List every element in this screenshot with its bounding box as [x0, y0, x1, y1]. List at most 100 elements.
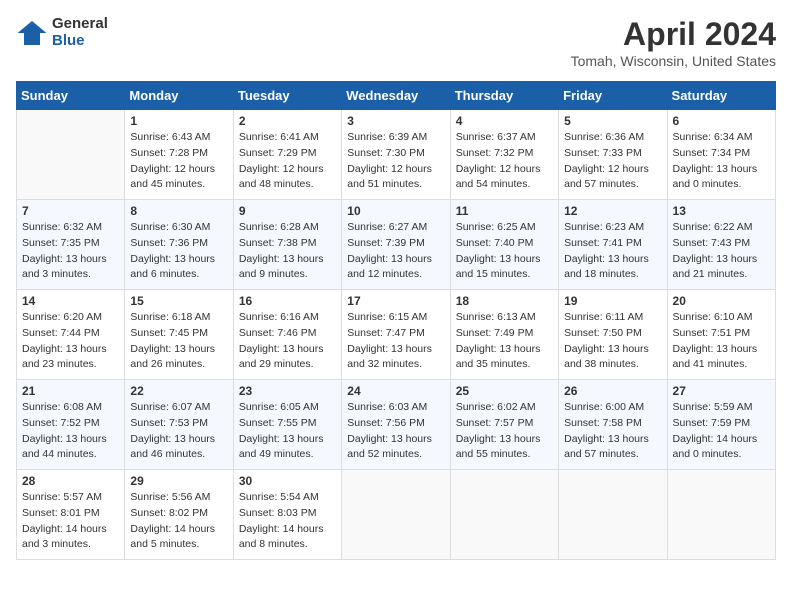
day-info: Sunrise: 6:15 AM Sunset: 7:47 PM Dayligh… — [347, 310, 444, 373]
daylight: Daylight: 12 hours and 57 minutes. — [564, 163, 649, 191]
day-number: 17 — [347, 294, 444, 308]
sunrise: Sunrise: 6:41 AM — [239, 131, 319, 143]
sunset: Sunset: 7:41 PM — [564, 237, 642, 249]
daylight: Daylight: 12 hours and 45 minutes. — [130, 163, 215, 191]
day-info: Sunrise: 6:23 AM Sunset: 7:41 PM Dayligh… — [564, 220, 661, 283]
calendar-cell: 24 Sunrise: 6:03 AM Sunset: 7:56 PM Dayl… — [342, 380, 450, 470]
calendar-cell: 17 Sunrise: 6:15 AM Sunset: 7:47 PM Dayl… — [342, 290, 450, 380]
calendar-cell: 14 Sunrise: 6:20 AM Sunset: 7:44 PM Dayl… — [17, 290, 125, 380]
day-info: Sunrise: 6:36 AM Sunset: 7:33 PM Dayligh… — [564, 130, 661, 193]
sunset: Sunset: 7:44 PM — [22, 327, 100, 339]
day-number: 14 — [22, 294, 119, 308]
sunrise: Sunrise: 6:15 AM — [347, 311, 427, 323]
location: Tomah, Wisconsin, United States — [571, 53, 776, 69]
day-info: Sunrise: 6:27 AM Sunset: 7:39 PM Dayligh… — [347, 220, 444, 283]
sunset: Sunset: 7:32 PM — [456, 147, 534, 159]
daylight: Daylight: 12 hours and 51 minutes. — [347, 163, 432, 191]
daylight: Daylight: 13 hours and 6 minutes. — [130, 253, 215, 281]
day-number: 27 — [673, 384, 770, 398]
calendar-cell: 11 Sunrise: 6:25 AM Sunset: 7:40 PM Dayl… — [450, 200, 558, 290]
sunset: Sunset: 7:55 PM — [239, 417, 317, 429]
calendar-week-row: 7 Sunrise: 6:32 AM Sunset: 7:35 PM Dayli… — [17, 200, 776, 290]
sunset: Sunset: 7:58 PM — [564, 417, 642, 429]
calendar-cell: 27 Sunrise: 5:59 AM Sunset: 7:59 PM Dayl… — [667, 380, 775, 470]
sunrise: Sunrise: 6:23 AM — [564, 221, 644, 233]
day-number: 1 — [130, 114, 227, 128]
daylight: Daylight: 14 hours and 8 minutes. — [239, 523, 324, 551]
daylight: Daylight: 13 hours and 12 minutes. — [347, 253, 432, 281]
sunrise: Sunrise: 6:07 AM — [130, 401, 210, 413]
day-info: Sunrise: 6:34 AM Sunset: 7:34 PM Dayligh… — [673, 130, 770, 193]
day-number: 8 — [130, 204, 227, 218]
calendar-header-wednesday: Wednesday — [342, 82, 450, 110]
daylight: Daylight: 13 hours and 41 minutes. — [673, 343, 758, 371]
calendar-cell: 12 Sunrise: 6:23 AM Sunset: 7:41 PM Dayl… — [559, 200, 667, 290]
day-info: Sunrise: 5:54 AM Sunset: 8:03 PM Dayligh… — [239, 490, 336, 553]
day-number: 23 — [239, 384, 336, 398]
day-number: 6 — [673, 114, 770, 128]
day-info: Sunrise: 6:08 AM Sunset: 7:52 PM Dayligh… — [22, 400, 119, 463]
daylight: Daylight: 13 hours and 18 minutes. — [564, 253, 649, 281]
sunrise: Sunrise: 6:27 AM — [347, 221, 427, 233]
sunrise: Sunrise: 6:30 AM — [130, 221, 210, 233]
sunset: Sunset: 7:29 PM — [239, 147, 317, 159]
sunrise: Sunrise: 6:22 AM — [673, 221, 753, 233]
calendar-cell: 18 Sunrise: 6:13 AM Sunset: 7:49 PM Dayl… — [450, 290, 558, 380]
daylight: Daylight: 13 hours and 55 minutes. — [456, 433, 541, 461]
sunrise: Sunrise: 6:25 AM — [456, 221, 536, 233]
calendar-cell — [17, 110, 125, 200]
calendar-cell: 20 Sunrise: 6:10 AM Sunset: 7:51 PM Dayl… — [667, 290, 775, 380]
day-info: Sunrise: 6:07 AM Sunset: 7:53 PM Dayligh… — [130, 400, 227, 463]
day-info: Sunrise: 6:20 AM Sunset: 7:44 PM Dayligh… — [22, 310, 119, 373]
day-number: 12 — [564, 204, 661, 218]
day-number: 28 — [22, 474, 119, 488]
calendar-cell: 29 Sunrise: 5:56 AM Sunset: 8:02 PM Dayl… — [125, 470, 233, 560]
sunset: Sunset: 7:30 PM — [347, 147, 425, 159]
title-area: April 2024 Tomah, Wisconsin, United Stat… — [571, 16, 776, 69]
sunset: Sunset: 7:59 PM — [673, 417, 751, 429]
calendar-cell — [667, 470, 775, 560]
daylight: Daylight: 13 hours and 26 minutes. — [130, 343, 215, 371]
sunset: Sunset: 7:57 PM — [456, 417, 534, 429]
calendar-header-thursday: Thursday — [450, 82, 558, 110]
sunrise: Sunrise: 6:02 AM — [456, 401, 536, 413]
sunrise: Sunrise: 6:10 AM — [673, 311, 753, 323]
month-title: April 2024 — [571, 16, 776, 53]
daylight: Daylight: 13 hours and 46 minutes. — [130, 433, 215, 461]
day-number: 16 — [239, 294, 336, 308]
calendar-cell: 10 Sunrise: 6:27 AM Sunset: 7:39 PM Dayl… — [342, 200, 450, 290]
calendar-cell: 8 Sunrise: 6:30 AM Sunset: 7:36 PM Dayli… — [125, 200, 233, 290]
logo-icon — [16, 17, 48, 49]
day-number: 15 — [130, 294, 227, 308]
day-info: Sunrise: 5:57 AM Sunset: 8:01 PM Dayligh… — [22, 490, 119, 553]
calendar-header-friday: Friday — [559, 82, 667, 110]
calendar-cell — [342, 470, 450, 560]
day-number: 22 — [130, 384, 227, 398]
daylight: Daylight: 13 hours and 21 minutes. — [673, 253, 758, 281]
calendar-cell: 22 Sunrise: 6:07 AM Sunset: 7:53 PM Dayl… — [125, 380, 233, 470]
day-number: 25 — [456, 384, 553, 398]
header: General Blue April 2024 Tomah, Wisconsin… — [16, 16, 776, 69]
sunrise: Sunrise: 6:05 AM — [239, 401, 319, 413]
sunset: Sunset: 7:40 PM — [456, 237, 534, 249]
day-number: 19 — [564, 294, 661, 308]
daylight: Daylight: 13 hours and 35 minutes. — [456, 343, 541, 371]
day-info: Sunrise: 6:39 AM Sunset: 7:30 PM Dayligh… — [347, 130, 444, 193]
day-number: 5 — [564, 114, 661, 128]
calendar-cell: 1 Sunrise: 6:43 AM Sunset: 7:28 PM Dayli… — [125, 110, 233, 200]
daylight: Daylight: 13 hours and 3 minutes. — [22, 253, 107, 281]
day-info: Sunrise: 6:02 AM Sunset: 7:57 PM Dayligh… — [456, 400, 553, 463]
day-number: 3 — [347, 114, 444, 128]
sunset: Sunset: 7:35 PM — [22, 237, 100, 249]
sunset: Sunset: 7:34 PM — [673, 147, 751, 159]
calendar-cell — [559, 470, 667, 560]
sunset: Sunset: 8:01 PM — [22, 507, 100, 519]
day-number: 2 — [239, 114, 336, 128]
sunrise: Sunrise: 6:03 AM — [347, 401, 427, 413]
day-info: Sunrise: 6:10 AM Sunset: 7:51 PM Dayligh… — [673, 310, 770, 373]
sunrise: Sunrise: 6:16 AM — [239, 311, 319, 323]
day-number: 9 — [239, 204, 336, 218]
sunset: Sunset: 7:51 PM — [673, 327, 751, 339]
calendar-cell: 9 Sunrise: 6:28 AM Sunset: 7:38 PM Dayli… — [233, 200, 341, 290]
calendar-cell: 30 Sunrise: 5:54 AM Sunset: 8:03 PM Dayl… — [233, 470, 341, 560]
